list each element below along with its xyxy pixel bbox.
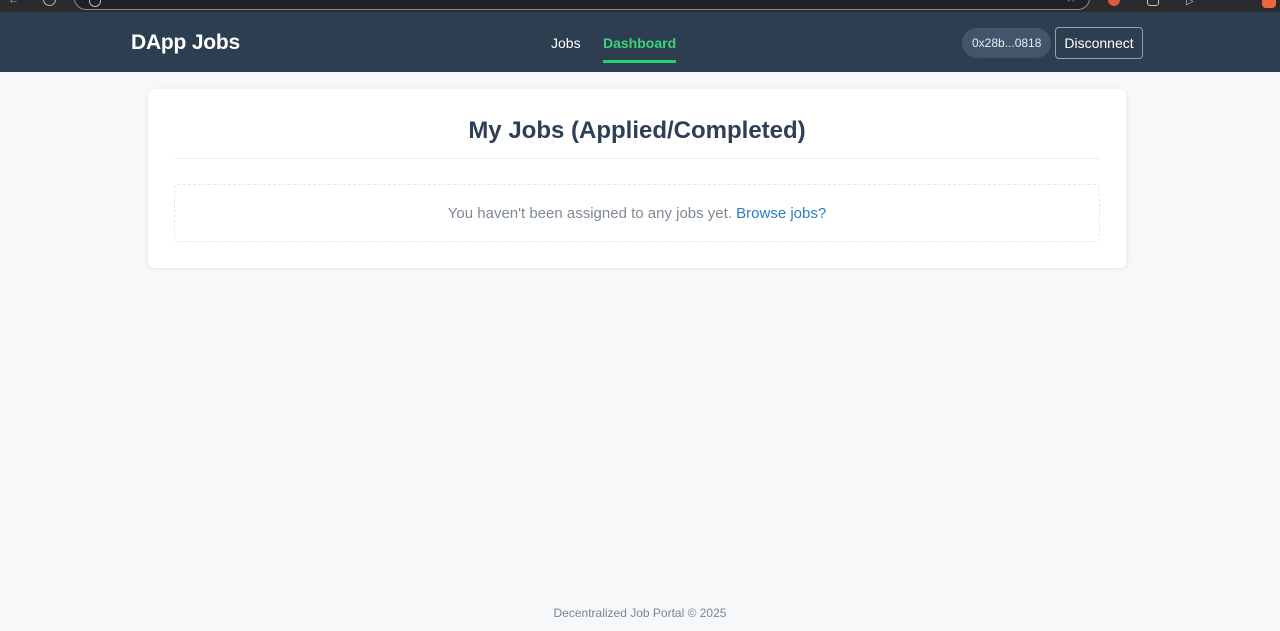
empty-message-text: You haven't been assigned to any jobs ye… [447,205,732,222]
nav-dashboard[interactable]: Dashboard [603,35,677,63]
nav-jobs[interactable]: Jobs [551,35,581,51]
address-url [111,1,331,3]
back-icon[interactable]: ← [8,0,19,6]
shield-icon[interactable] [1108,0,1120,6]
title-divider [174,158,1100,159]
empty-state-message: You haven't been assigned to any jobs ye… [174,184,1100,242]
footer: Decentralized Job Portal © 2025 [553,606,727,620]
browser-toolbar: ← ☆ ▷ [0,0,1280,12]
page-title: My Jobs (Applied/Completed) [468,117,806,144]
play-icon[interactable]: ▷ [1186,0,1194,7]
my-jobs-card: My Jobs (Applied/Completed) You haven't … [148,89,1126,268]
brand-logo[interactable]: DApp Jobs [131,31,240,55]
info-icon[interactable] [89,0,101,7]
star-icon[interactable]: ☆ [1064,0,1077,4]
address-bar[interactable]: ☆ [74,0,1090,10]
app-header: DApp Jobs Jobs Dashboard 0x28b...0818 Di… [0,12,1280,72]
puzzle-icon[interactable] [1147,0,1159,6]
disconnect-button[interactable]: Disconnect [1055,27,1143,59]
brave-icon[interactable] [1262,0,1276,8]
reload-icon[interactable] [43,0,56,6]
wallet-address-badge: 0x28b...0818 [962,28,1052,58]
browse-jobs-link[interactable]: Browse jobs? [736,205,826,222]
